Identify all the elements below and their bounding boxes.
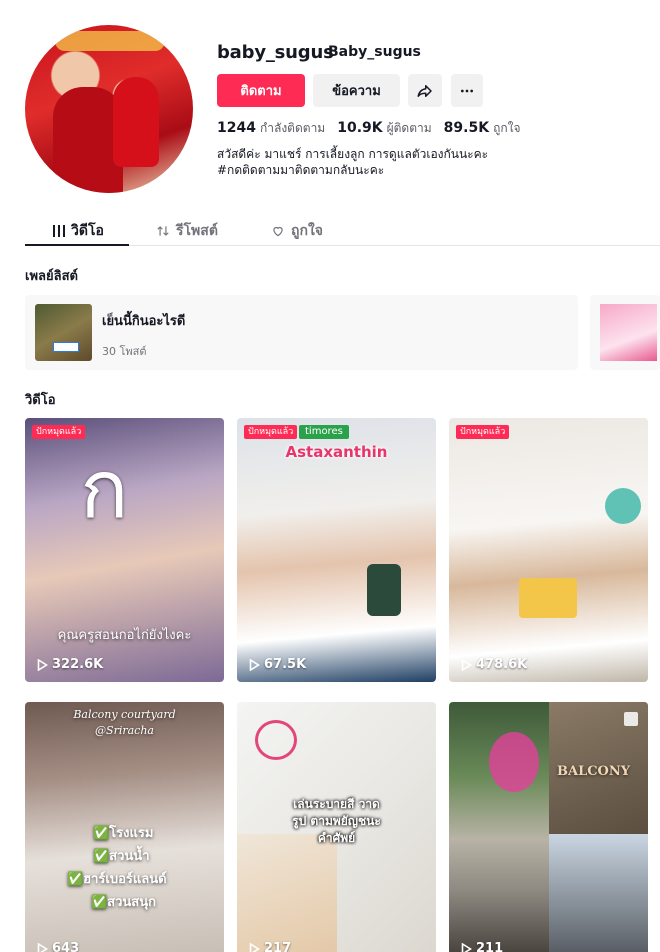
profile-avatar[interactable]: [25, 25, 193, 193]
video-subtitle: @Sriracha: [95, 724, 154, 737]
followers-label: ผู้ติดตาม: [386, 121, 432, 135]
video-card[interactable]: ปักหมุดแล้ว timores Astaxanthin 67.5K: [237, 418, 436, 682]
play-icon: [249, 942, 260, 952]
profile-tabs: วิดีโอ รีโพสต์ ถูกใจ: [25, 212, 660, 246]
profile-nickname: Baby_sugus: [328, 44, 421, 60]
tab-reposts[interactable]: รีโพสต์: [156, 220, 218, 242]
flowers: [489, 732, 539, 792]
view-count: 217: [249, 941, 291, 952]
more-button[interactable]: [451, 74, 483, 107]
checklist-item: ✅โรงแรม: [93, 826, 154, 841]
playlist-count: 30 โพสต์: [102, 345, 147, 358]
checklist-item: ✅สวนน้ำ: [93, 849, 150, 864]
following-count: 1244: [217, 120, 256, 136]
tab-label: วิดีโอ: [71, 223, 104, 239]
likes-label: ถูกใจ: [493, 121, 521, 135]
playlist-thumbnail: [600, 304, 657, 361]
pinned-badge: ปักหมุดแล้ว: [456, 425, 510, 439]
checklist-item: ✅ฮาร์เบอร์แลนด์: [67, 872, 167, 887]
profile-bio: สวัสดีค่ะ มาแชร์ การเลี้ยงลูก การดูแลตัว…: [217, 146, 488, 178]
play-icon: [461, 658, 472, 671]
profile-username: baby_sugus: [217, 42, 334, 63]
repost-icon: [157, 226, 169, 236]
videos-heading: วิดีโอ: [25, 393, 56, 408]
video-caption: เล่นระบายสี วาดรูป ตามพยัญชนะ คำศัพย์: [292, 797, 381, 845]
tab-liked[interactable]: ถูกใจ: [271, 220, 323, 242]
play-icon: [249, 658, 260, 671]
avatar-bg-lamp: [55, 31, 165, 51]
share-button[interactable]: [408, 74, 442, 107]
following-stat[interactable]: 1244 กำลังติดตาม: [217, 117, 325, 138]
view-count-value: 211: [476, 941, 504, 952]
photo-tile: [549, 834, 648, 952]
likes-count: 89.5K: [443, 120, 490, 136]
video-caption: คุณครูสอนกอไก่ยังไงคะ: [57, 628, 192, 643]
view-count: 322.6K: [37, 657, 103, 672]
video-card[interactable]: ปักหมุดแล้ว 478.6K: [449, 418, 648, 682]
video-title: Balcony courtyard: [73, 708, 176, 721]
playlists-heading: เพลย์ลิสต์: [25, 269, 78, 284]
play-icon: [37, 942, 48, 952]
followers-stat[interactable]: 10.9K ผู้ติดตาม: [337, 117, 431, 138]
video-checklist: ✅โรงแรม ✅สวนน้ำ ✅ฮาร์เบอร์แลนด์ ✅สวนสนุก: [67, 822, 167, 914]
decor-tree: [605, 488, 641, 524]
play-icon: [461, 942, 472, 952]
view-count: 643: [37, 941, 79, 952]
overlay-letter: ก: [80, 443, 129, 536]
tab-label: ถูกใจ: [291, 223, 323, 239]
view-count-value: 322.6K: [52, 657, 104, 672]
playlist-card[interactable]: เย็นนี้กินอะไรดี 30 โพสต์: [25, 295, 578, 370]
video-card[interactable]: เล่นระบายสี วาดรูป ตามพยัญชนะ คำศัพย์ 21…: [237, 702, 436, 952]
video-caption: Astaxanthin: [285, 443, 388, 461]
avatar-figure-child: [113, 77, 159, 167]
message-button[interactable]: ข้อความ: [313, 74, 400, 107]
bio-line: #กดติดตามมาติดตามกลับนะคะ: [217, 163, 385, 177]
view-count-value: 217: [264, 941, 292, 952]
paper-drawing: [237, 834, 337, 952]
tab-videos[interactable]: วิดีโอ: [53, 220, 104, 242]
play-icon: [37, 658, 48, 671]
scribble: [255, 720, 297, 760]
pinned-badge: ปักหมุดแล้ว: [32, 425, 86, 439]
video-card[interactable]: BALCONY 211: [449, 702, 648, 952]
playlist-title: เย็นนี้กินอะไรดี: [102, 314, 186, 329]
video-card[interactable]: ปักหมุดแล้ว ก คุณครูสอนกอไก่ยังไงคะ 322.…: [25, 418, 224, 682]
more-icon: [461, 89, 473, 92]
view-count-value: 643: [52, 941, 80, 952]
tab-active-indicator: [25, 244, 129, 246]
juice-boxes: [519, 578, 577, 618]
following-label: กำลังติดตาม: [259, 121, 326, 135]
thumbnail-tag: [53, 342, 79, 352]
video-card[interactable]: Balcony courtyard @Sriracha ✅โรงแรม ✅สวน…: [25, 702, 224, 952]
checklist-item: ✅สวนสนุก: [91, 895, 156, 910]
view-count: 67.5K: [249, 657, 306, 672]
pinned-badge: ปักหมุดแล้ว: [244, 425, 298, 439]
photo-album-icon: [624, 712, 638, 726]
building-sign: BALCONY: [557, 764, 631, 779]
playlist-thumbnail: [35, 304, 92, 361]
brand-tag: timores: [299, 425, 349, 439]
heart-icon: [273, 226, 283, 237]
share-icon: [417, 84, 432, 97]
bio-line: สวัสดีค่ะ มาแชร์ การเลี้ยงลูก การดูแลตัว…: [217, 147, 489, 161]
playlist-card[interactable]: [590, 295, 660, 370]
likes-stat: 89.5K ถูกใจ: [444, 117, 521, 138]
grid-icon: [53, 225, 65, 237]
view-count-value: 67.5K: [264, 657, 307, 672]
profile-stats: 1244 กำลังติดตาม 10.9K ผู้ติดตาม 89.5K ถูกใ…: [217, 117, 520, 138]
tab-label: รีโพสต์: [176, 223, 218, 239]
view-count: 211: [461, 941, 503, 952]
view-count-value: 478.6K: [476, 657, 528, 672]
follow-button[interactable]: ติดตาม: [217, 74, 305, 107]
followers-count: 10.9K: [337, 120, 383, 136]
product-bottle: [367, 564, 401, 616]
view-count: 478.6K: [461, 657, 527, 672]
